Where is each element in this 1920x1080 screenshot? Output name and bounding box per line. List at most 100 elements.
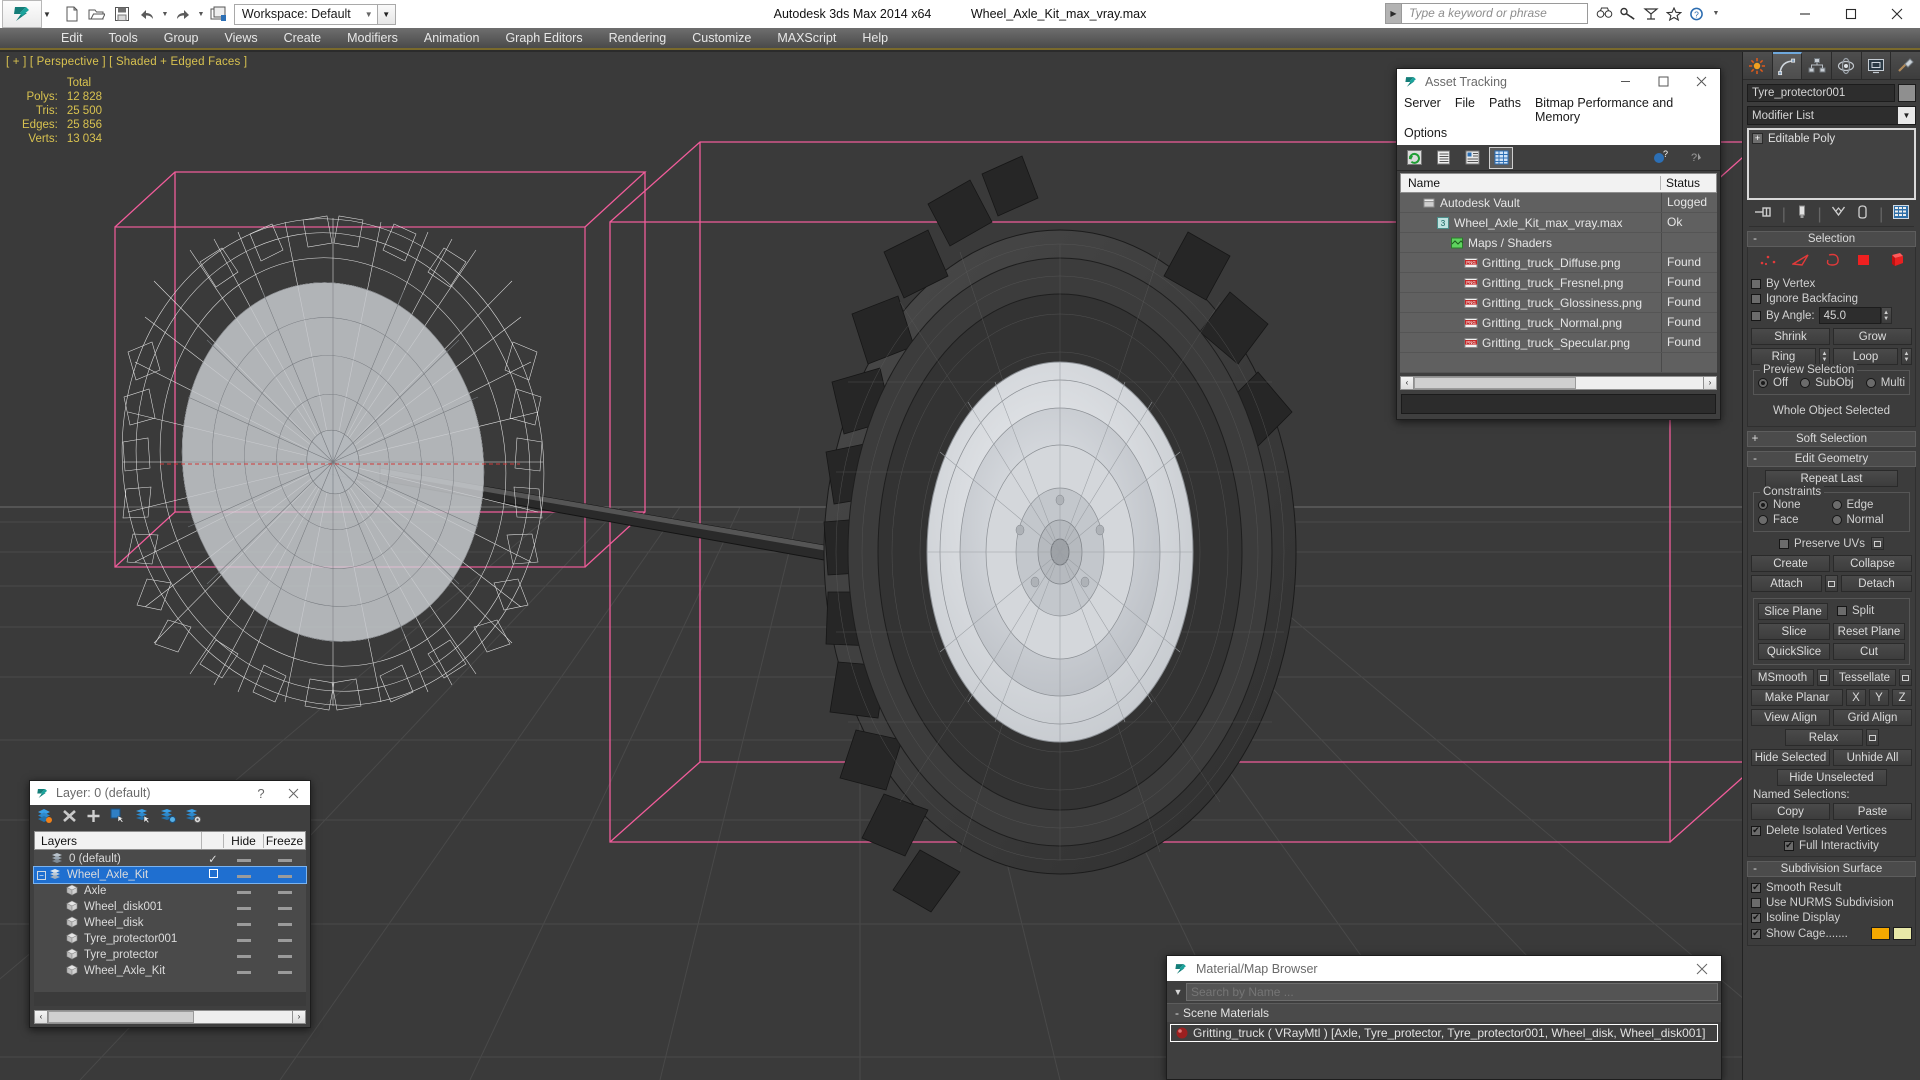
- command-panel[interactable]: Tyre_protector001 Modifier List ▼ + Edit…: [1742, 52, 1920, 1080]
- polygon-icon[interactable]: [1856, 253, 1872, 272]
- constraint-edge-radio[interactable]: Edge: [1831, 497, 1906, 512]
- msmooth-button[interactable]: MSmooth: [1751, 669, 1814, 686]
- layer-dialog[interactable]: Layer: 0 (default) ? Layers Hide Freeze: [29, 780, 311, 1028]
- create-new-layer-icon[interactable]: [36, 808, 53, 828]
- object-hide-toggle[interactable]: [224, 885, 264, 897]
- workspace-combo[interactable]: Workspace: Default ▼: [233, 3, 378, 25]
- object-name-field[interactable]: Tyre_protector001: [1747, 84, 1895, 102]
- group-collapse-icon[interactable]: -: [1171, 1006, 1183, 1020]
- layer-hscrollbar[interactable]: ‹ ›: [34, 1009, 306, 1024]
- asset-tracking-dialog[interactable]: Asset Tracking Server File Paths Bitmap …: [1396, 68, 1721, 420]
- new-icon[interactable]: [61, 3, 83, 25]
- scroll-thumb[interactable]: [48, 1010, 195, 1023]
- collapse-button[interactable]: Collapse: [1833, 555, 1912, 572]
- app-logo-caret-icon[interactable]: ▼: [43, 10, 51, 19]
- show-end-result-icon[interactable]: [1796, 205, 1808, 224]
- detail-view-icon[interactable]: [1461, 148, 1483, 168]
- loop-spinner[interactable]: ▲ ▼: [1901, 348, 1912, 365]
- hide-unselected-button[interactable]: Hide Unselected: [1776, 769, 1887, 786]
- expand-icon[interactable]: +: [1752, 133, 1763, 144]
- help-dropdown-icon[interactable]: ▼: [1712, 10, 1720, 17]
- help-question-icon[interactable]: ?: [1649, 148, 1671, 168]
- search-input[interactable]: Type a keyword or phrase: [1402, 3, 1588, 24]
- full-interactivity-checkbox[interactable]: ✔ Full Interactivity: [1751, 838, 1912, 853]
- undo-dropdown-icon[interactable]: ▼: [161, 11, 169, 18]
- at-menu-file[interactable]: File: [1455, 95, 1482, 125]
- layer-hide-toggle[interactable]: [224, 853, 264, 865]
- table-row[interactable]: Maps / Shaders: [1400, 233, 1717, 253]
- table-row[interactable]: PNG Gritting_truck_Glossiness.png Found: [1400, 293, 1717, 313]
- menu-item-edit[interactable]: Edit: [48, 28, 96, 48]
- isoline-display-checkbox[interactable]: ✔ Isoline Display: [1751, 910, 1912, 925]
- close-button[interactable]: [1874, 0, 1920, 28]
- minimize-button[interactable]: [1782, 0, 1828, 28]
- select-highlighted-icon[interactable]: [135, 808, 151, 828]
- menu-item-group[interactable]: Group: [151, 28, 212, 48]
- modifier-stack[interactable]: + Editable Poly: [1747, 128, 1916, 200]
- hide-selected-button[interactable]: Hide Selected: [1751, 749, 1830, 766]
- chevron-down-icon[interactable]: ▼: [1898, 107, 1915, 124]
- grow-button[interactable]: Grow: [1833, 328, 1912, 345]
- cage-color-swatch-1[interactable]: [1871, 927, 1890, 940]
- remove-modifier-icon[interactable]: [1856, 205, 1869, 224]
- at-menu-options[interactable]: Options: [1404, 125, 1454, 141]
- rollout-subdivision-header[interactable]: - Subdivision Surface: [1747, 861, 1916, 877]
- motion-tab[interactable]: [1832, 52, 1862, 79]
- object-freeze-toggle[interactable]: [264, 917, 306, 929]
- loop-button[interactable]: Loop: [1833, 348, 1898, 365]
- make-planar-x-button[interactable]: X: [1846, 689, 1866, 706]
- delete-layer-icon[interactable]: [62, 809, 77, 828]
- scroll-right-icon[interactable]: ›: [292, 1009, 306, 1024]
- save-icon[interactable]: [111, 3, 133, 25]
- list-item[interactable]: Gritting_truck ( VRayMtl ) [Axle, Tyre_p…: [1170, 1024, 1718, 1042]
- scroll-left-icon[interactable]: ‹: [1400, 375, 1414, 390]
- rollout-toggle-icon[interactable]: -: [1748, 233, 1762, 245]
- list-item[interactable]: Wheel_Axle_Kit: [34, 963, 306, 979]
- copy-button[interactable]: Copy: [1751, 803, 1830, 820]
- table-row[interactable]: 3 Wheel_Axle_Kit_max_vray.max Ok: [1400, 213, 1717, 233]
- menu-item-animation[interactable]: Animation: [411, 28, 493, 48]
- create-button[interactable]: Create: [1751, 555, 1830, 572]
- rollout-toggle-icon[interactable]: +: [1748, 433, 1762, 445]
- delete-isolated-vertices-checkbox[interactable]: ✔ Delete Isolated Vertices: [1751, 823, 1912, 838]
- layer-hide-toggle[interactable]: [224, 869, 264, 881]
- object-freeze-toggle[interactable]: [264, 885, 306, 897]
- relax-button[interactable]: Relax: [1784, 729, 1863, 746]
- expand-collapse-icon[interactable]: −: [37, 870, 46, 880]
- create-tab[interactable]: [1743, 52, 1773, 79]
- by-angle-spinner[interactable]: ▲ ▼: [1880, 307, 1892, 324]
- asset-tracking-minimize-button[interactable]: [1606, 69, 1644, 94]
- table-row[interactable]: PNG Gritting_truck_Normal.png Found: [1400, 313, 1717, 333]
- pin-stack-icon[interactable]: [1754, 205, 1772, 224]
- vertex-icon[interactable]: [1759, 253, 1777, 272]
- asset-tracking-close-button[interactable]: [1682, 69, 1720, 94]
- asset-path-field[interactable]: [1401, 394, 1716, 414]
- border-icon[interactable]: [1825, 253, 1841, 272]
- search-input[interactable]: [1186, 983, 1718, 1001]
- subscription-icon[interactable]: [1643, 7, 1659, 21]
- make-unique-icon[interactable]: [1831, 205, 1846, 224]
- by-vertex-checkbox[interactable]: By Vertex: [1751, 276, 1912, 291]
- grid-align-button[interactable]: Grid Align: [1833, 709, 1912, 726]
- list-item[interactable]: Wheel_disk001: [34, 899, 306, 915]
- undo-icon[interactable]: [136, 3, 158, 25]
- list-item[interactable]: 0 (default) ✓: [34, 851, 306, 867]
- search-icon[interactable]: [1596, 7, 1613, 21]
- asset-list-hscrollbar[interactable]: ‹ ›: [1400, 375, 1717, 390]
- utilities-tab[interactable]: [1891, 52, 1920, 79]
- relax-settings-icon[interactable]: [1865, 729, 1879, 746]
- help-arrow-icon[interactable]: ?: [1685, 148, 1707, 168]
- by-angle-value[interactable]: 45.0: [1818, 307, 1881, 324]
- asset-tracking-maximize-button[interactable]: [1644, 69, 1682, 94]
- object-hide-toggle[interactable]: [224, 949, 264, 961]
- by-angle-row[interactable]: By Angle: 45.0 ▲ ▼: [1751, 306, 1912, 325]
- asset-tracking-list[interactable]: Name Status Autodesk Vault Logged 3 Whee…: [1397, 171, 1720, 390]
- attach-button[interactable]: Attach: [1751, 575, 1822, 592]
- paste-button[interactable]: Paste: [1833, 803, 1912, 820]
- tessellate-button[interactable]: Tessellate: [1833, 669, 1896, 686]
- make-planar-z-button[interactable]: Z: [1892, 689, 1912, 706]
- preview-off-radio[interactable]: Off: [1758, 375, 1788, 390]
- redo-dropdown-icon[interactable]: ▼: [197, 11, 205, 18]
- select-objects-icon[interactable]: [110, 808, 126, 828]
- quickslice-button[interactable]: QuickSlice: [1758, 643, 1830, 660]
